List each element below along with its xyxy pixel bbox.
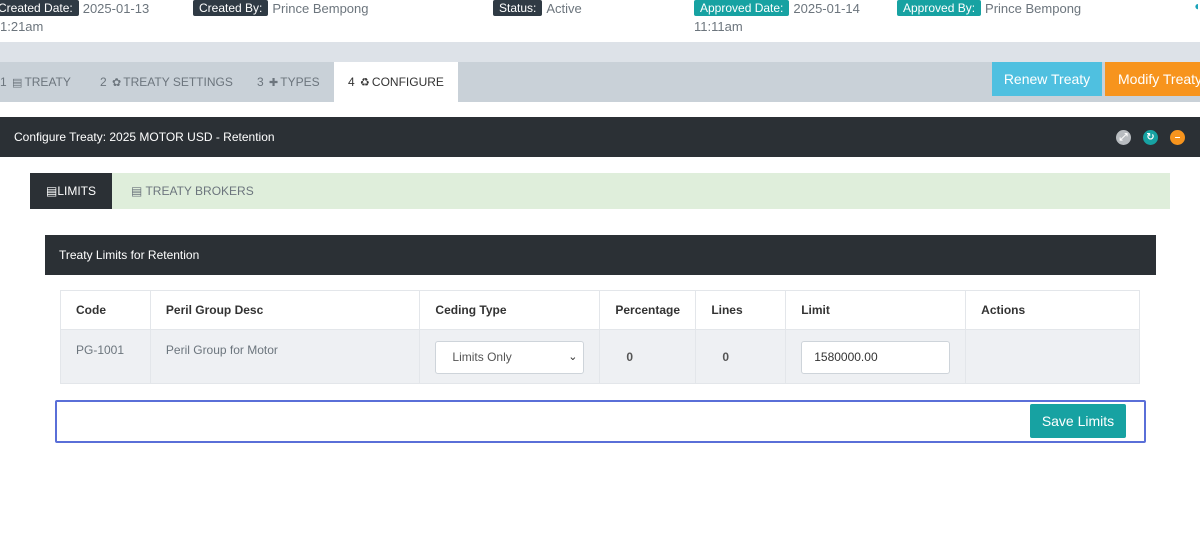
created-by-info: Created By: Prince Bempong <box>193 0 369 18</box>
tab-treaty-settings[interactable]: 2 ✿ TREATY SETTINGS <box>100 62 233 102</box>
subtab-limits[interactable]: ▤LIMITS <box>30 173 112 209</box>
list-icon: ▤ <box>12 77 23 89</box>
tab-treaty-number: 1 <box>0 75 7 89</box>
tab-treaty-label: TREATY <box>24 75 71 89</box>
limits-list-icon: ▤ <box>45 184 58 198</box>
approved-date-value: 2025-01-14 <box>793 1 860 16</box>
approved-time-value: 11:11am <box>694 19 743 34</box>
save-area <box>55 400 1146 443</box>
subtab-brokers-label: TREATY BROKERS <box>145 184 254 198</box>
tab-configure-number: 4 <box>348 75 355 89</box>
approved-by-info: Approved By: Prince Bempong <box>897 0 1081 18</box>
brokers-list-icon: ▤ <box>131 184 143 198</box>
collapse-icon[interactable]: – <box>1170 130 1185 145</box>
col-lines: Lines <box>695 290 787 330</box>
gear-icon: ✿ <box>112 77 122 89</box>
col-code: Code <box>60 290 151 330</box>
cell-percentage: 0 <box>599 329 697 384</box>
approved-date-info: Approved Date: 2025-01-14 11:11am <box>694 0 860 36</box>
created-time-value: 1:21am <box>0 19 44 34</box>
modify-treaty-button[interactable]: Modify Treaty <box>1105 62 1200 96</box>
recycle-icon: ♻ <box>360 77 370 89</box>
limits-panel-title: Treaty Limits for Retention <box>45 235 1156 275</box>
approved-by-label: Approved By: <box>897 0 982 16</box>
tab-configure[interactable]: 4 ♻ CONFIGURE <box>334 62 458 102</box>
col-ceding-type: Ceding Type <box>419 290 601 330</box>
expand-icon[interactable]: ⤢ <box>1116 130 1131 145</box>
tab-treaty[interactable]: 1 ▤ TREATY <box>0 62 71 102</box>
tab-types-number: 3 <box>257 75 264 89</box>
approved-by-value: Prince Bempong <box>985 1 1082 16</box>
limit-input[interactable]: 1580000.00 <box>801 341 951 374</box>
created-date-info: Created Date: 2025-01-13 1:21am <box>0 0 149 36</box>
col-limit: Limit <box>785 290 967 330</box>
cell-ceding-type: Limits Only ⌄ <box>419 329 601 384</box>
configure-title: Configure Treaty: 2025 MOTOR USD - Reten… <box>0 117 1200 157</box>
subtab-limits-label: LIMITS <box>57 184 96 198</box>
col-peril-group-desc: Peril Group Desc <box>149 290 421 330</box>
status-label: Status: <box>493 0 543 16</box>
created-date-value: 2025-01-13 <box>82 1 150 16</box>
table-header-row: Code Peril Group Desc Ceding Type Percen… <box>60 290 1140 330</box>
ceding-type-select[interactable]: Limits Only ⌄ <box>435 341 585 374</box>
col-actions: Actions <box>965 290 1140 330</box>
edge-icon: ◖ <box>1193 0 1200 13</box>
status-info: Status: Active <box>493 0 582 18</box>
subtab-treaty-brokers[interactable]: ▤ TREATY BROKERS <box>131 173 254 209</box>
info-divider <box>0 42 1200 62</box>
tab-types[interactable]: 3 ✚ TYPES <box>257 62 320 102</box>
cell-code: PG-1001 <box>60 329 151 384</box>
save-limits-button[interactable]: Save Limits <box>1030 404 1126 438</box>
tab-types-label: TYPES <box>280 75 320 89</box>
cell-lines: 0 <box>695 329 787 384</box>
refresh-icon[interactable]: ↻ <box>1143 130 1158 145</box>
plus-icon: ✚ <box>269 77 279 89</box>
treaty-info-strip: Created Date: 2025-01-13 1:21am Created B… <box>0 0 1200 42</box>
status-value: Active <box>546 1 582 16</box>
table-row: PG-1001 Peril Group for Motor Limits Onl… <box>60 329 1140 384</box>
tab-configure-label: CONFIGURE <box>371 75 444 89</box>
cell-actions <box>965 329 1140 384</box>
col-percentage: Percentage <box>599 290 697 330</box>
subtab-bar <box>112 173 1170 209</box>
cell-desc: Peril Group for Motor <box>149 329 421 384</box>
created-by-value: Prince Bempong <box>272 1 369 16</box>
tab-settings-label: TREATY SETTINGS <box>123 75 233 89</box>
created-date-label: Created Date: <box>0 0 79 16</box>
cell-limit: 1580000.00 <box>785 329 967 384</box>
ceding-type-value: Limits Only <box>452 350 512 364</box>
tab-settings-number: 2 <box>100 75 107 89</box>
created-by-label: Created By: <box>193 0 269 16</box>
limits-table: Code Peril Group Desc Ceding Type Percen… <box>60 290 1140 384</box>
chevron-down-icon: ⌄ <box>568 351 578 363</box>
renew-treaty-button[interactable]: Renew Treaty <box>992 62 1102 96</box>
approved-date-label: Approved Date: <box>694 0 790 16</box>
